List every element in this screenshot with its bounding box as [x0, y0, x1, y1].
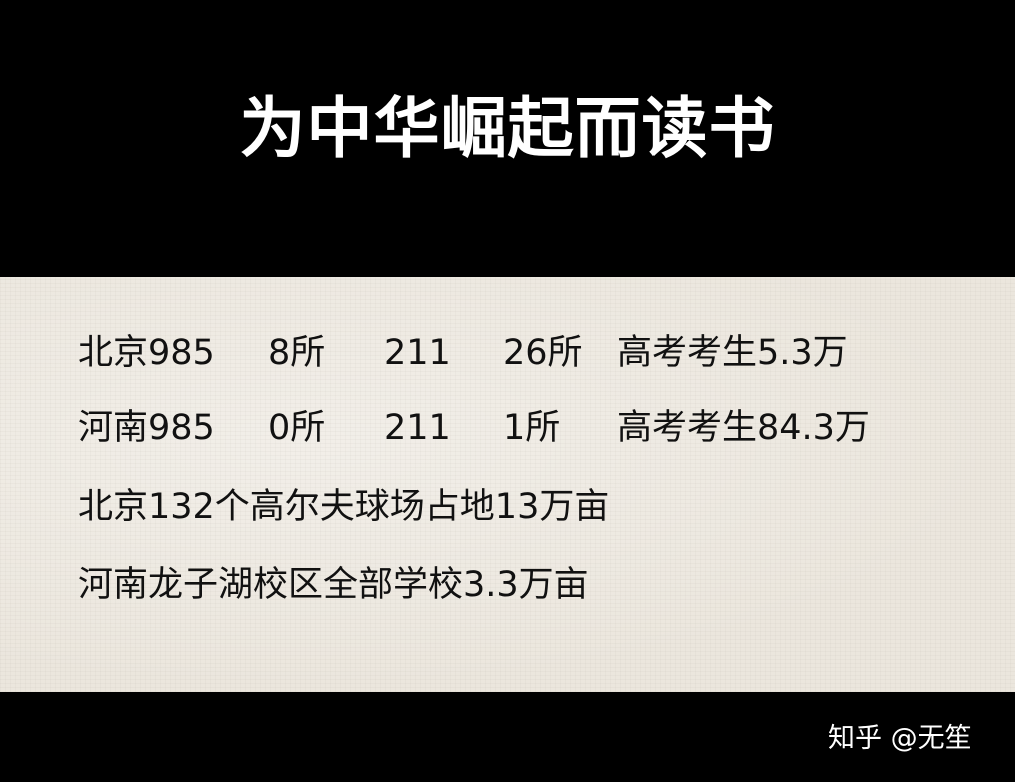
headline: 为中华崛起而读书	[239, 90, 776, 167]
fact-golf-courses: 北京132个高尔夫球场占地13万亩	[78, 487, 610, 527]
row-1-985-count: 8所	[268, 333, 326, 373]
row-1-examinees: 高考考生5.3万	[617, 333, 848, 373]
row-1-211-count: 26所	[503, 333, 583, 373]
row-1-region-985: 北京985	[78, 333, 215, 373]
row-2-985-count: 0所	[268, 408, 326, 448]
zhihu-watermark: 知乎 @无笙	[828, 723, 972, 754]
row-2-211-label: 211	[384, 408, 451, 448]
row-2-examinees: 高考考生84.3万	[617, 408, 870, 448]
row-2-region-985: 河南985	[78, 408, 215, 448]
fact-longzihu-campus: 河南龙子湖校区全部学校3.3万亩	[78, 565, 589, 605]
row-1-211-label: 211	[384, 333, 451, 373]
row-2-211-count: 1所	[503, 408, 561, 448]
